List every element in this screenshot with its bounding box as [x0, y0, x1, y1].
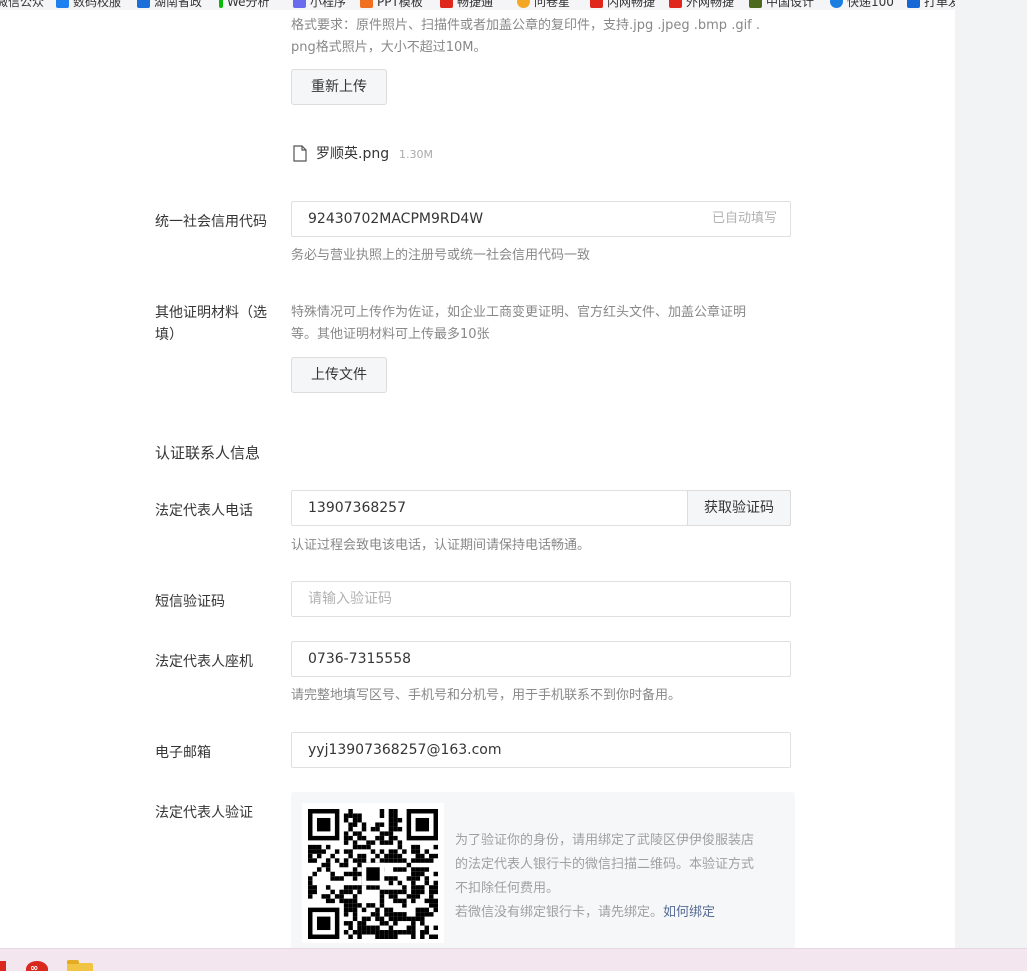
star-icon	[517, 0, 530, 8]
bookmark-label: 快递100	[847, 0, 894, 9]
bookmark-item[interactable]: 中国设计	[749, 0, 814, 10]
phone-input[interactable]: 13907368257	[291, 490, 688, 526]
email-value: yyj13907368257@163.com	[308, 742, 502, 758]
bookmark-label: 外网畅捷	[686, 0, 735, 9]
bookmark-item[interactable]: 湖南省政	[137, 0, 202, 10]
phone-hint: 认证过程会致电该电话，认证期间请保持电话畅通。	[291, 538, 591, 553]
bookmark-icon	[669, 0, 682, 8]
bookmark-icon	[907, 0, 920, 8]
bookmark-item[interactable]: 畅捷通	[440, 0, 493, 10]
app-icon[interactable]	[0, 961, 6, 971]
legal-verify-text-line: 为了验证你的身份，请用绑定了武陵区伊伊俊服装店	[455, 833, 755, 848]
legal-verify-text: 为了验证你的身份，请用绑定了武陵区伊伊俊服装店 的法定代表人银行卡的微信扫描二维…	[455, 829, 780, 925]
bookmark-icon	[440, 0, 453, 8]
bookmark-label: We分析	[227, 0, 270, 9]
bookmark-icon	[830, 0, 843, 8]
bookmark-label: 中国设计	[766, 0, 815, 9]
bookmark-label: 问卷星	[534, 0, 571, 9]
sms-code-label: 短信验证码	[155, 594, 225, 610]
bookmark-item[interactable]: 小程序	[293, 0, 346, 10]
qr-code	[302, 803, 444, 943]
credit-code-value: 92430702MACPM9RD4W	[308, 211, 484, 227]
legal-verify-text-line: 不扣除任何费用。	[455, 881, 560, 896]
phone-label: 法定代表人电话	[155, 503, 253, 519]
section-title: 认证联系人信息	[155, 444, 261, 462]
bookmark-label: PPT模板	[377, 0, 423, 9]
landline-input[interactable]: 0736-7315558	[291, 641, 791, 677]
folder-icon[interactable]	[67, 960, 93, 971]
get-code-button[interactable]: 获取验证码	[687, 490, 791, 526]
email-label: 电子邮箱	[155, 745, 211, 761]
phone-value: 13907368257	[308, 500, 406, 516]
how-to-bind-link[interactable]: 如何绑定	[663, 905, 715, 920]
bookmark-item[interactable]: 内网畅捷	[590, 0, 655, 10]
bookmark-label: 小程序	[310, 0, 347, 9]
other-docs-hint-line2: 等。其他证明材料可上传最多10张	[291, 327, 490, 342]
bookmark-icon	[219, 0, 223, 8]
upload-file-button[interactable]: 上传文件	[291, 357, 387, 393]
bookmark-icon	[293, 0, 306, 8]
bind-card-hint: 若微信没有绑定银行卡，请先绑定。	[455, 905, 664, 920]
legal-verify-text-line: 的法定代表人银行卡的微信扫描二维码。本验证方式	[455, 857, 755, 872]
bookmark-item[interactable]: PPT模板	[360, 0, 423, 10]
bookmark-item[interactable]: 微信公众	[0, 0, 44, 10]
bookmark-label: 内网畅捷	[607, 0, 656, 9]
bookmark-item[interactable]: We分析	[219, 0, 270, 10]
bookmark-icon	[56, 0, 69, 8]
taskbar: ∞	[0, 948, 1027, 971]
file-icon	[293, 145, 309, 163]
credit-code-label: 统一社会信用代码	[155, 214, 267, 230]
file-name[interactable]: 罗顺英.png	[316, 143, 389, 165]
bookmark-label: 湖南省政	[154, 0, 203, 9]
other-docs-label-line1: 其他证明材料（选	[155, 305, 267, 321]
bookmark-icon	[137, 0, 150, 8]
bookmark-label: 微信公众	[0, 0, 45, 9]
bookmark-item[interactable]: 快递100	[830, 0, 894, 10]
other-docs-hint-line1: 特殊情况可上传作为佐证，如企业工商变更证明、官方红头文件、加盖公章证明	[291, 305, 747, 320]
bookmark-icon	[360, 0, 373, 8]
credit-code-hint: 务必与营业执照上的注册号或统一社会信用代码一致	[291, 248, 591, 263]
sms-code-placeholder: 请输入验证码	[308, 591, 392, 607]
app-icon[interactable]: ∞	[26, 961, 48, 971]
legal-verify-label: 法定代表人验证	[155, 805, 253, 821]
landline-label: 法定代表人座机	[155, 654, 253, 670]
other-docs-label-line2: 填）	[155, 327, 183, 343]
autofill-badge: 已自动填写	[712, 211, 778, 226]
landline-value: 0736-7315558	[308, 651, 412, 667]
bookmark-item[interactable]: 外网畅捷	[669, 0, 734, 10]
bookmarks-bar: 微信公众 数码校服 湖南省政 We分析 小程序 PPT模板 畅捷通 问卷星 内网…	[0, 0, 1027, 10]
file-size: 1.30M	[399, 148, 433, 161]
format-hint-line1: 格式要求：原件照片、扫描件或者加盖公章的复印件，支持.jpg .jpeg .bm…	[291, 18, 761, 33]
legal-verify-text-line: 若微信没有绑定银行卡，请先绑定。如何绑定	[455, 901, 780, 925]
bookmark-icon	[590, 0, 603, 8]
bookmark-label: 畅捷通	[457, 0, 494, 9]
bookmark-icon	[749, 0, 762, 8]
side-panel	[955, 0, 1027, 948]
email-input[interactable]: yyj13907368257@163.com	[291, 732, 791, 768]
qr-code-image	[308, 809, 438, 939]
landline-hint: 请完整地填写区号、手机号和分机号，用于手机联系不到你时备用。	[291, 688, 682, 703]
bookmark-label: 数码校服	[73, 0, 122, 9]
sms-code-input[interactable]: 请输入验证码	[291, 581, 791, 617]
format-hint-line2: png格式照片，大小不超过10M。	[291, 40, 487, 55]
reupload-button[interactable]: 重新上传	[291, 69, 387, 105]
bookmark-item[interactable]: 数码校服	[56, 0, 121, 10]
bookmark-item[interactable]: 问卷星	[517, 0, 570, 10]
